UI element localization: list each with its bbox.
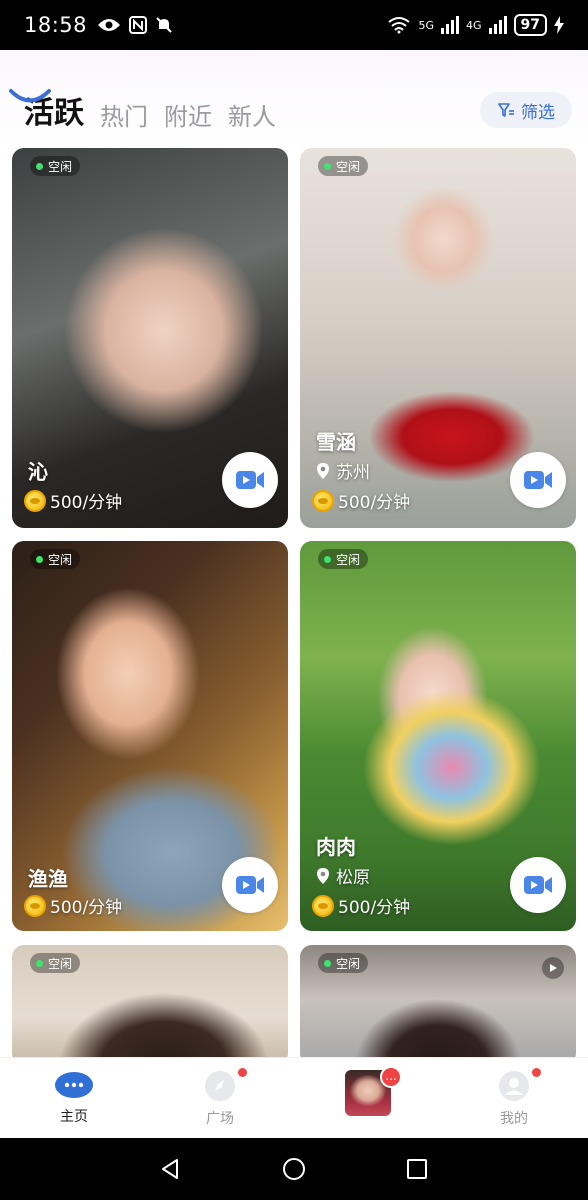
coin-icon xyxy=(312,894,334,917)
nav-home-label: 主页 xyxy=(60,1109,88,1125)
user-card[interactable]: 空闲 雪涵 苏州 500/分钟 xyxy=(300,148,576,528)
user-name: 雪涵 xyxy=(316,430,356,454)
bottom-nav: 主页 广场 ... 我的 xyxy=(0,1057,588,1138)
status-text: 空闲 xyxy=(336,159,361,174)
online-dot xyxy=(36,555,43,563)
status-text: 空闲 xyxy=(336,956,361,971)
price-text: 500/分钟 xyxy=(338,898,411,918)
net-label-1: 5G xyxy=(418,18,434,32)
status-badge: 空闲 xyxy=(318,549,369,569)
video-camera-icon xyxy=(236,471,264,489)
user-name: 肉肉 xyxy=(316,835,356,859)
app-screen: 活跃 热门 附近 新人 筛选 空闲 沁 500/分钟 空闲 雪涵 苏州 500/… xyxy=(0,50,588,1138)
wifi-icon xyxy=(388,17,411,34)
nav-home[interactable]: 主页 xyxy=(34,1070,114,1126)
video-call-button[interactable] xyxy=(510,857,566,913)
price-info: 500/分钟 xyxy=(24,893,122,918)
play-icon[interactable] xyxy=(542,957,564,979)
online-dot xyxy=(36,162,43,170)
profile-icon xyxy=(499,1071,529,1101)
user-card[interactable]: 空闲 沁 500/分钟 xyxy=(12,148,288,528)
price-text: 500/分钟 xyxy=(338,493,411,513)
video-camera-icon xyxy=(524,471,552,489)
user-card[interactable]: 空闲 肉肉 松原 500/分钟 xyxy=(300,541,576,931)
video-call-button[interactable] xyxy=(222,857,278,913)
nav-me-label: 我的 xyxy=(500,1111,528,1127)
user-card[interactable]: 空闲 xyxy=(300,945,576,1065)
location-pin-icon xyxy=(317,867,329,884)
tab-active-indicator xyxy=(9,89,51,103)
tab-new[interactable]: 新人 xyxy=(228,97,276,132)
plaza-notification-dot xyxy=(238,1068,247,1077)
status-right: 5G 4G 97 xyxy=(387,14,564,36)
price-info: 500/分钟 xyxy=(24,488,122,513)
user-name: 渔渔 xyxy=(28,867,68,891)
status-left-icons xyxy=(97,16,173,34)
coin-icon xyxy=(24,894,46,917)
location-text: 苏州 xyxy=(336,463,370,483)
status-text: 空闲 xyxy=(336,552,361,567)
price-text: 500/分钟 xyxy=(50,493,123,513)
status-badge: 空闲 xyxy=(318,953,369,973)
location-pin-icon xyxy=(317,462,329,479)
user-card[interactable]: 空闲 渔渔 500/分钟 xyxy=(12,541,288,931)
status-time: 18:58 xyxy=(24,13,88,37)
mute-icon xyxy=(156,17,172,33)
online-dot xyxy=(36,959,43,967)
status-text: 空闲 xyxy=(48,956,73,971)
location-info: 苏州 xyxy=(316,458,370,483)
status-badge: 空闲 xyxy=(30,549,81,569)
coin-icon xyxy=(24,489,46,512)
net-label-2: 4G xyxy=(465,18,482,32)
battery-indicator: 97 xyxy=(513,14,547,36)
online-dot xyxy=(324,162,331,170)
price-text: 500/分钟 xyxy=(50,898,123,918)
avatar-badge: ... xyxy=(380,1066,402,1088)
filter-button[interactable]: 筛选 xyxy=(480,92,572,128)
nav-me[interactable]: 我的 xyxy=(474,1070,554,1128)
me-notification-dot xyxy=(532,1068,541,1077)
tab-nearby[interactable]: 附近 xyxy=(164,97,212,132)
filter-icon xyxy=(498,103,514,117)
status-bar: 18:58 5G 4G 97 xyxy=(0,0,588,50)
user-name: 沁 xyxy=(28,460,48,484)
nfc-icon xyxy=(129,16,148,34)
recents-icon[interactable] xyxy=(405,1157,429,1181)
location-text: 松原 xyxy=(336,868,370,888)
coin-icon xyxy=(312,489,334,512)
status-text: 空闲 xyxy=(48,159,73,174)
status-text: 空闲 xyxy=(48,552,73,567)
price-info: 500/分钟 xyxy=(312,488,410,513)
signal-icon-2 xyxy=(488,16,507,34)
location-info: 松原 xyxy=(316,863,370,888)
nav-plaza[interactable]: 广场 xyxy=(180,1070,260,1128)
back-icon[interactable] xyxy=(158,1157,182,1181)
tab-popular[interactable]: 热门 xyxy=(100,97,148,132)
user-card[interactable]: 空闲 xyxy=(12,945,288,1065)
charging-icon xyxy=(554,16,564,34)
price-info: 500/分钟 xyxy=(312,893,410,918)
online-dot xyxy=(324,555,331,563)
tab-bar: 活跃 热门 附近 新人 xyxy=(24,88,276,132)
compass-icon xyxy=(205,1071,235,1101)
video-camera-icon xyxy=(524,876,552,894)
signal-icon-1 xyxy=(440,16,459,34)
video-camera-icon xyxy=(236,876,264,894)
video-call-button[interactable] xyxy=(510,452,566,508)
eye-icon xyxy=(98,19,121,31)
status-badge: 空闲 xyxy=(30,953,81,973)
home-circle-icon[interactable] xyxy=(282,1157,306,1181)
nav-plaza-label: 广场 xyxy=(206,1111,234,1127)
system-nav-bar xyxy=(0,1138,588,1200)
home-chat-icon xyxy=(55,1072,93,1098)
online-dot xyxy=(324,959,331,967)
status-badge: 空闲 xyxy=(318,156,369,176)
filter-label: 筛选 xyxy=(521,102,555,123)
status-badge: 空闲 xyxy=(30,156,81,176)
video-call-button[interactable] xyxy=(222,452,278,508)
